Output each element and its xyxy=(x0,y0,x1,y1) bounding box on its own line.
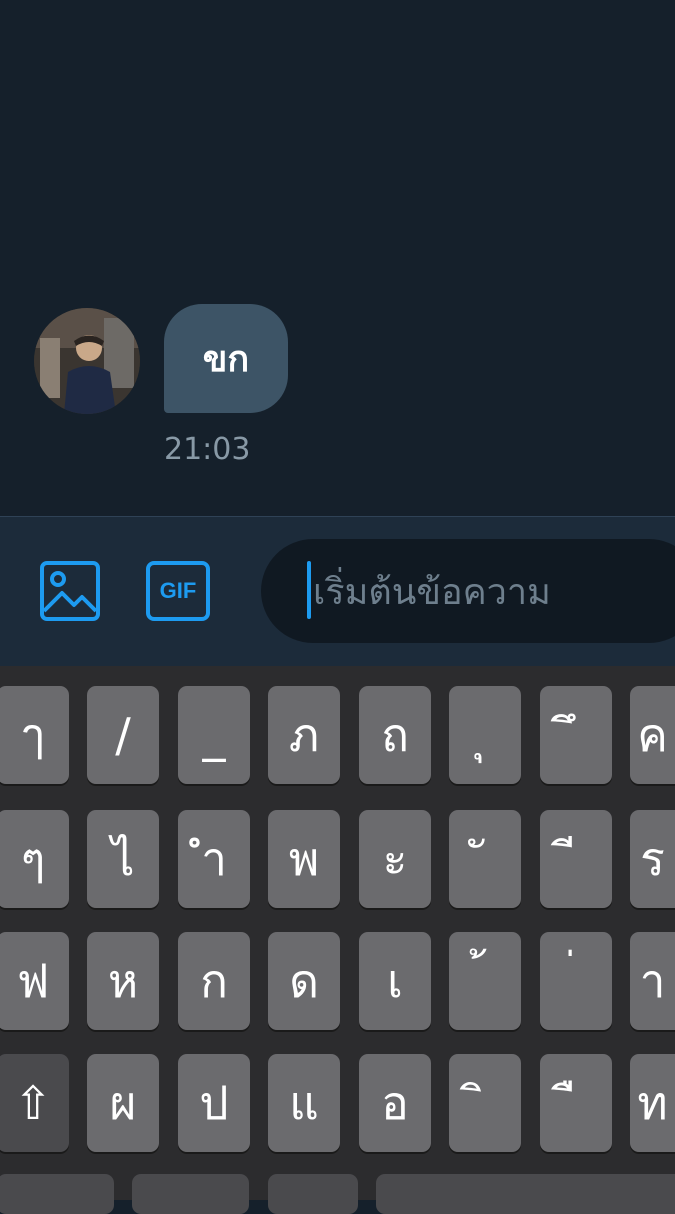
emoji-key[interactable] xyxy=(132,1174,249,1214)
space-key[interactable] xyxy=(376,1174,675,1214)
gif-button[interactable]: GIF xyxy=(146,561,210,621)
key[interactable]: ผ xyxy=(87,1054,159,1152)
key[interactable]: เ xyxy=(359,932,431,1030)
key[interactable]: ด xyxy=(268,932,340,1030)
key[interactable]: ิ xyxy=(449,1054,521,1152)
key[interactable]: ื xyxy=(540,1054,612,1152)
key[interactable]: ำ xyxy=(178,810,250,908)
key[interactable]: ไ xyxy=(87,810,159,908)
message-composer: GIF เริ่มต้นข้อความ xyxy=(0,516,675,667)
message-bubble[interactable]: ขก xyxy=(164,304,288,413)
shift-key[interactable]: ⇧ xyxy=(0,1054,69,1152)
gif-label: GIF xyxy=(159,578,197,603)
number-key[interactable] xyxy=(0,1174,114,1214)
key[interactable]: ฟ xyxy=(0,932,69,1030)
key[interactable]: ๅ xyxy=(0,686,69,784)
key[interactable]: ท xyxy=(630,1054,675,1152)
key[interactable]: ป xyxy=(178,1054,250,1152)
key[interactable]: ้ xyxy=(449,932,521,1030)
avatar[interactable] xyxy=(34,308,140,414)
key[interactable]: ถ xyxy=(359,686,431,784)
message-timestamp: 21:03 xyxy=(164,432,251,467)
message-text: ขก xyxy=(202,339,250,380)
key[interactable]: ร xyxy=(630,810,675,908)
mic-key[interactable] xyxy=(268,1174,358,1214)
key[interactable]: ั xyxy=(449,810,521,908)
key[interactable]: อ xyxy=(359,1054,431,1152)
avatar-photo xyxy=(34,308,140,414)
message-input-placeholder: เริ่มต้นข้อความ xyxy=(313,571,551,613)
key[interactable]: แ xyxy=(268,1054,340,1152)
key[interactable]: ก xyxy=(178,932,250,1030)
image-icon xyxy=(40,561,100,621)
key[interactable]: ห xyxy=(87,932,159,1030)
key[interactable]: พ xyxy=(268,810,340,908)
key[interactable]: ๆ xyxy=(0,810,69,908)
image-button[interactable] xyxy=(40,561,100,621)
key[interactable]: า xyxy=(630,932,675,1030)
key[interactable]: ึ xyxy=(540,686,612,784)
key[interactable]: ่ xyxy=(540,932,612,1030)
key[interactable]: / xyxy=(87,686,159,784)
key[interactable]: ภ xyxy=(268,686,340,784)
conversation-area: ขก 21:03 xyxy=(0,0,675,516)
message-input[interactable]: เริ่มต้นข้อความ xyxy=(261,539,675,643)
key[interactable]: ุ xyxy=(449,686,521,784)
key[interactable]: ค xyxy=(630,686,675,784)
keyboard: ๅ / _ ภ ถ ุ ึ ค ๆ ไ ำ พ ะ ั ี ร ฟ ห ก ด … xyxy=(0,666,675,1214)
key[interactable]: ี xyxy=(540,810,612,908)
key[interactable]: ะ xyxy=(359,810,431,908)
key[interactable]: _ xyxy=(178,686,250,784)
text-cursor xyxy=(307,561,311,619)
